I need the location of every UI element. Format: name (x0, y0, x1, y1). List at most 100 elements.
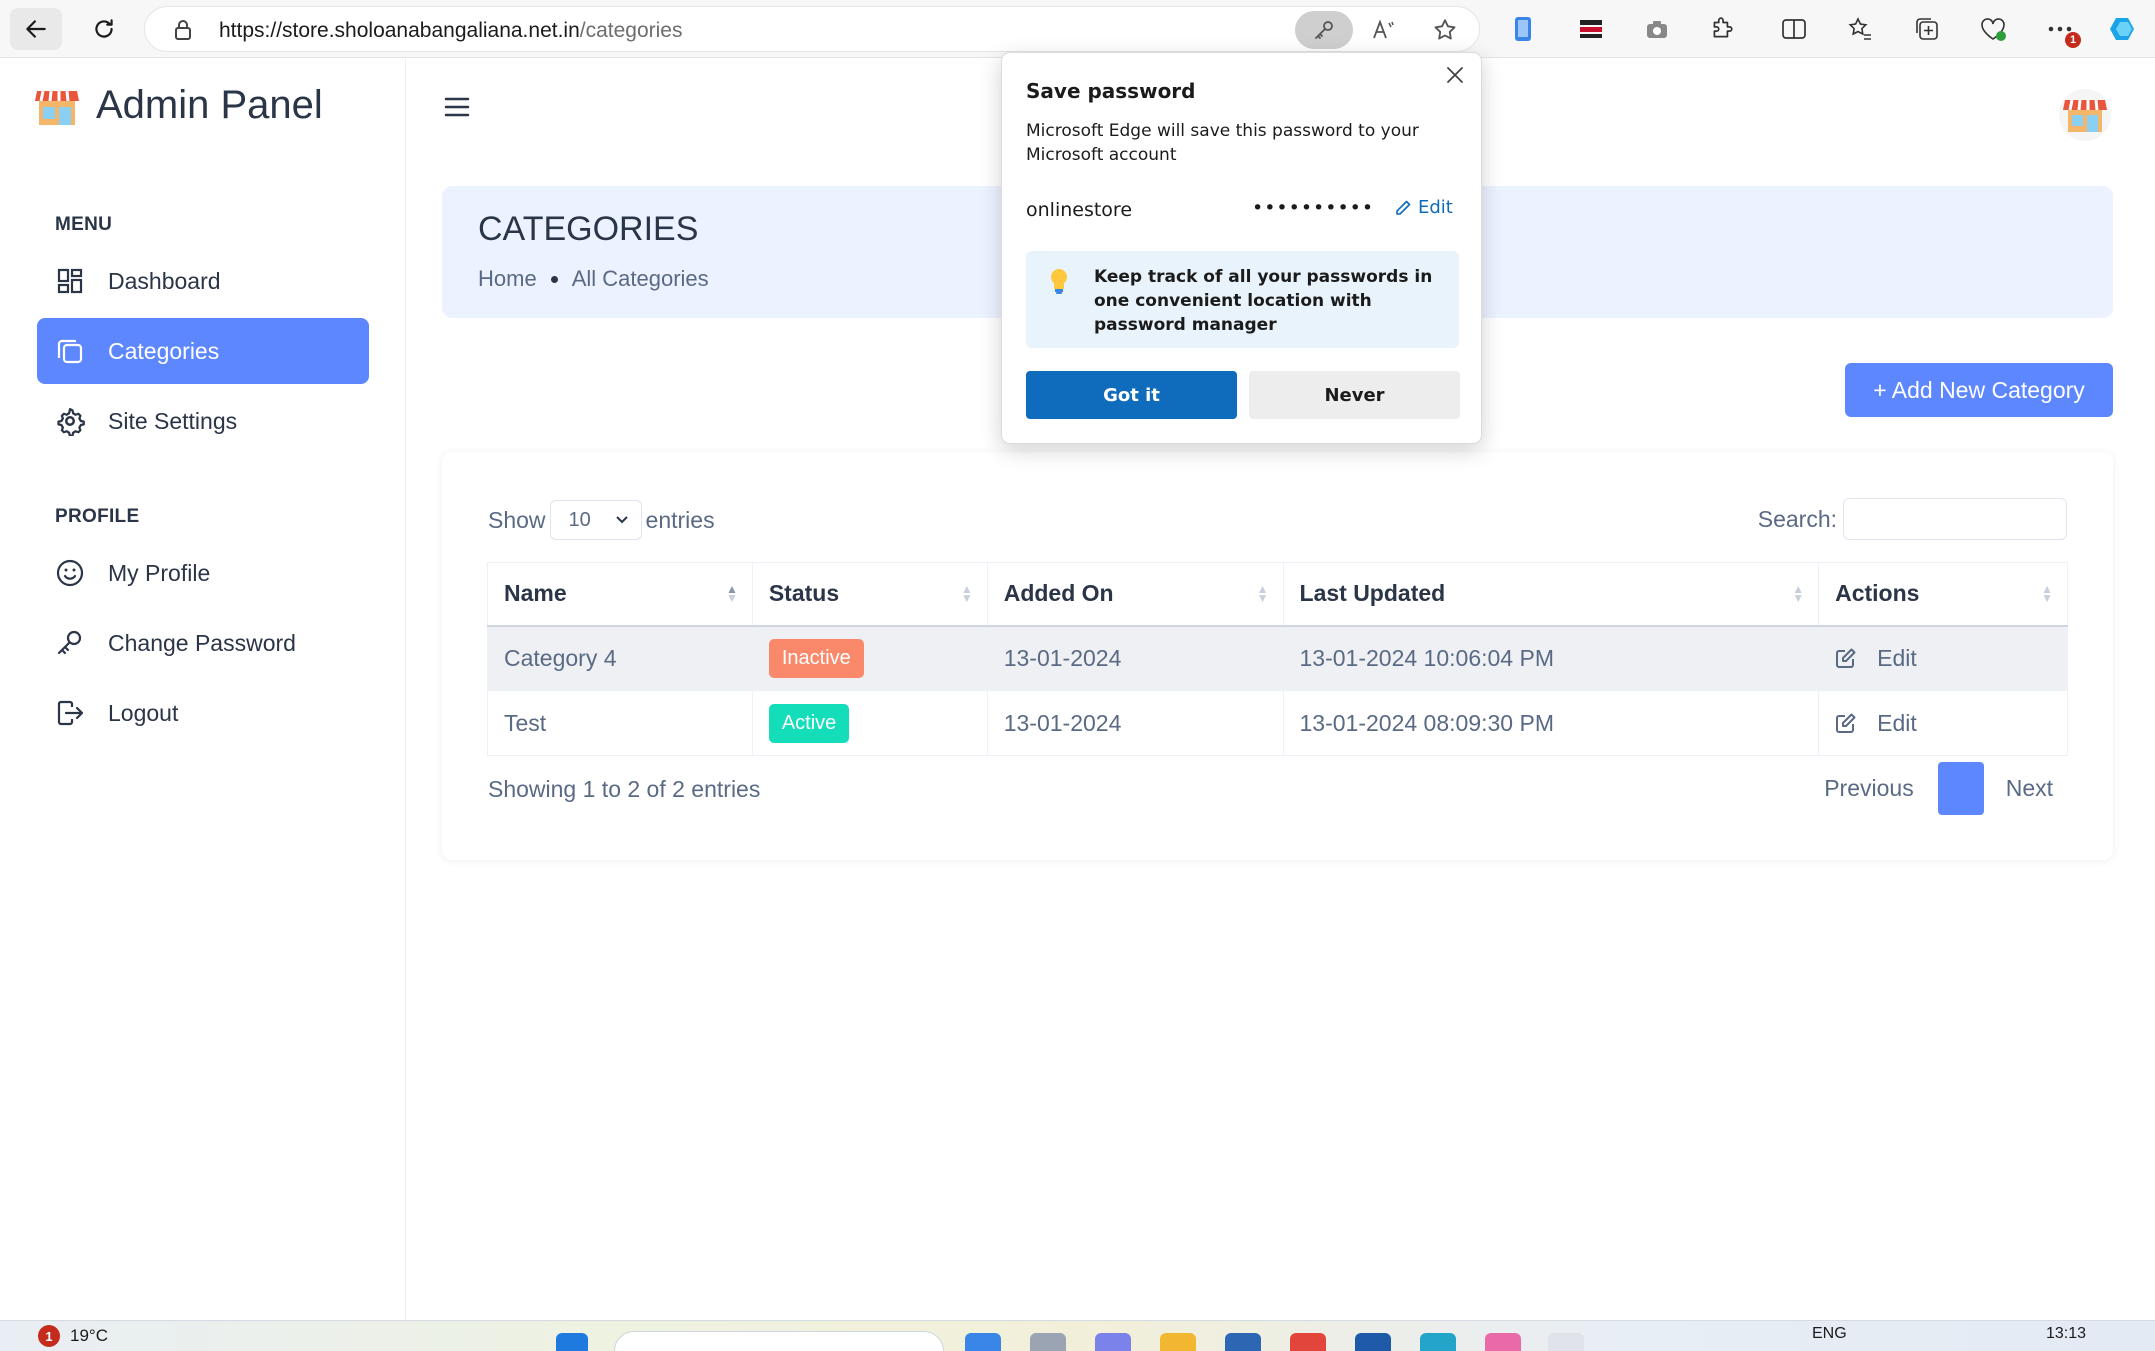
url-host: https://store.sholoanabangaliana.net.in (219, 19, 580, 42)
sidebar-item-change-password[interactable]: Change Password (37, 610, 369, 676)
password-manager-tip: Keep track of all your passwords in one … (1026, 251, 1459, 348)
logout-icon (53, 696, 87, 730)
store-icon (2059, 89, 2111, 141)
mail-icon[interactable] (1355, 1333, 1391, 1351)
copilot-taskbar-icon[interactable] (965, 1333, 1001, 1351)
taskbar-search-box[interactable] (614, 1331, 944, 1351)
column-header-last-updated[interactable]: Last Updated ▲ ▼ (1282, 562, 1820, 627)
entries-length-control: Show 10 entries (488, 500, 715, 540)
lock-icon[interactable] (173, 19, 193, 46)
favorites-icon[interactable] (1845, 14, 1875, 44)
sidebar-item-label: Categories (108, 337, 220, 364)
sidebar-item-categories[interactable]: Categories (37, 318, 369, 384)
cell-last-updated: 13-01-2024 10:06:04 PM (1282, 625, 1820, 691)
reload-button[interactable] (78, 8, 130, 50)
back-button[interactable] (10, 8, 62, 50)
sidebar-item-logout[interactable]: Logout (37, 680, 369, 746)
weather-badge: 1 (38, 1325, 60, 1347)
cell-added-on: 13-01-2024 (986, 690, 1284, 756)
breadcrumb-home[interactable]: Home (478, 266, 537, 292)
entries-select-value: 10 (568, 508, 591, 531)
snipping-tool-icon[interactable] (1548, 1333, 1584, 1351)
menu-toggle-icon[interactable] (444, 96, 470, 123)
password-key-button[interactable] (1295, 11, 1353, 49)
entries-select[interactable]: 10 (549, 500, 642, 540)
search-label: Search: (1757, 505, 1837, 532)
notification-badge: 1 (2065, 32, 2081, 48)
copilot-icon[interactable] (2108, 14, 2138, 44)
edit-button[interactable]: Edit (1835, 710, 2067, 737)
camera-icon[interactable] (1642, 14, 1672, 44)
table-row: Category 4 Inactive 13-01-2024 13-01-202… (487, 625, 2068, 691)
clock-time[interactable]: 13:13 (2046, 1325, 2086, 1343)
column-header-actions[interactable]: Actions ▲ ▼ (1818, 562, 2068, 627)
page-title: CATEGORIES (478, 210, 699, 248)
dialog-title: Save password (1026, 79, 1196, 103)
sidebar-item-dashboard[interactable]: Dashboard (37, 248, 369, 314)
read-aloud-icon[interactable] (1371, 17, 1397, 48)
save-password-dialog: Save password Microsoft Edge will save t… (1001, 52, 1482, 444)
sort-icon: ▲ ▼ (2041, 582, 2053, 605)
more-options-icon[interactable]: 1 (2045, 14, 2081, 48)
column-header-label: Actions (1835, 580, 1920, 607)
sort-icon: ▲ ▼ (960, 582, 973, 605)
edit-icon (1836, 648, 1856, 669)
favorite-star-icon[interactable] (1432, 17, 1458, 48)
copy-icon (53, 334, 87, 368)
teams-icon[interactable] (1095, 1333, 1131, 1351)
lightbulb-icon (1048, 267, 1070, 301)
menu-section-title: MENU (55, 214, 113, 235)
address-bar[interactable]: https://store.sholoanabangaliana.net.in/… (144, 6, 1480, 52)
input-language[interactable]: ENG (1812, 1325, 1847, 1343)
extension-bars-icon[interactable] (1576, 14, 1606, 44)
never-button[interactable]: Never (1249, 371, 1460, 419)
edit-label: Edit (1877, 644, 1917, 671)
page-1-button[interactable]: 1 (1937, 762, 1984, 815)
cell-actions: Edit (1818, 690, 2068, 756)
breadcrumb-separator (550, 275, 558, 283)
key-icon (53, 626, 87, 660)
file-explorer-icon[interactable] (1160, 1333, 1196, 1351)
profile-section-title: PROFILE (55, 506, 140, 527)
app-icon[interactable] (1485, 1333, 1521, 1351)
brand-logo[interactable]: Admin Panel (34, 83, 323, 128)
pencil-icon (1396, 200, 1411, 215)
temperature: 19°C (70, 1326, 108, 1345)
next-page-button[interactable]: Next (2006, 775, 2053, 802)
sidebar-item-my-profile[interactable]: My Profile (37, 540, 369, 606)
breadcrumb-current: All Categories (571, 266, 709, 291)
collections-icon[interactable] (1912, 14, 1942, 44)
table-row: Test Active 13-01-2024 13-01-2024 08:09:… (487, 690, 2068, 756)
status-badge: Active (768, 703, 850, 743)
edit-credentials-button[interactable]: Edit (1394, 197, 1453, 218)
edit-button[interactable]: Edit (1835, 645, 2067, 672)
close-icon[interactable] (1443, 63, 1467, 91)
column-header-label: Added On (1003, 580, 1114, 607)
column-header-added-on[interactable]: Added On ▲ ▼ (986, 562, 1284, 627)
edit-label: Edit (1877, 709, 1917, 736)
saved-password-mask: •••••••••• (1252, 197, 1375, 219)
sidebar-item-site-settings[interactable]: Site Settings (37, 388, 369, 454)
column-header-name[interactable]: Name ▲ ▼ (487, 562, 753, 627)
column-header-status[interactable]: Status ▲ ▼ (751, 562, 988, 627)
chrome-icon[interactable] (1290, 1333, 1326, 1351)
cell-status: Inactive (751, 625, 988, 691)
previous-page-button[interactable]: Previous (1824, 775, 1913, 802)
got-it-button[interactable]: Got it (1026, 371, 1237, 419)
windows-start-icon[interactable] (556, 1333, 588, 1351)
column-header-label: Status (768, 580, 840, 607)
url-text[interactable]: https://store.sholoanabangaliana.net.in/… (219, 19, 683, 43)
phone-link-icon[interactable] (1508, 14, 1538, 44)
browser-essentials-icon[interactable] (1978, 14, 2008, 44)
split-screen-icon[interactable] (1779, 14, 1809, 44)
extensions-puzzle-icon[interactable] (1707, 14, 1737, 44)
add-new-category-button[interactable]: + Add New Category (1845, 363, 2113, 417)
edge-taskbar-icon[interactable] (1420, 1333, 1456, 1351)
arrow-left-icon (26, 20, 46, 38)
weather-widget[interactable]: 1 19°C (38, 1325, 108, 1347)
search-input[interactable] (1843, 498, 2067, 540)
store-app-icon[interactable] (1225, 1333, 1261, 1351)
edit-label: Edit (1418, 197, 1453, 218)
task-view-icon[interactable] (1030, 1333, 1066, 1351)
avatar[interactable] (2058, 88, 2112, 147)
